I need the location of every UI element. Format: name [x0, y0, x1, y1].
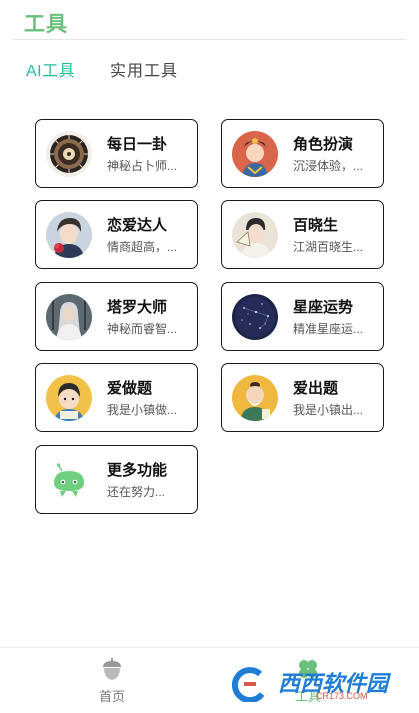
tool-description: 江湖百晓生... [293, 240, 364, 254]
scholar-fan-avatar [232, 212, 278, 258]
nav-home[interactable]: 首页 [82, 656, 142, 705]
tool-title: 更多功能 [107, 462, 168, 479]
acorn-icon [103, 658, 121, 680]
bottom-nav: 首页 工具 [0, 647, 419, 713]
tool-card-love-solving[interactable]: 爱做题 我是小镇做... [35, 363, 198, 432]
tool-title: 塔罗大师 [107, 299, 168, 316]
nav-home-label: 首页 [98, 689, 125, 704]
tool-title: 星座运势 [293, 299, 354, 316]
app-bar: 工具 [0, 0, 419, 42]
tool-card-horoscope[interactable]: 星座运势 精准星座运... [221, 282, 384, 351]
tool-description: 我是小镇做... [107, 403, 178, 417]
tool-card-more-features[interactable]: 更多功能 还在努力... [35, 445, 198, 514]
tool-card-love-question[interactable]: 爱出题 我是小镇出... [221, 363, 384, 432]
tarot-master-avatar [46, 294, 92, 340]
tool-card-role-play[interactable]: 角色扮演 沉浸体验，... [221, 119, 384, 188]
tool-title: 恋爱达人 [107, 217, 168, 234]
tool-card-tarot-master[interactable]: 塔罗大师 神秘而睿智... [35, 282, 198, 351]
tool-description: 我是小镇出... [293, 403, 364, 417]
tool-title: 每日一卦 [107, 136, 168, 153]
tool-description: 神秘占卜师... [107, 159, 178, 173]
starry-sky-avatar [232, 294, 278, 340]
bagua-compass-avatar [46, 131, 92, 177]
divider [12, 39, 407, 40]
nav-tools[interactable]: 工具 [278, 656, 338, 705]
romantic-man-avatar [46, 212, 92, 258]
tool-title: 爱出题 [293, 380, 339, 397]
opera-character-avatar [232, 131, 278, 177]
tool-card-love-expert[interactable]: 恋爱达人 情商超高，... [35, 200, 198, 269]
tool-description: 情商超高，... [107, 240, 178, 254]
tool-title: 爱做题 [107, 380, 153, 397]
tab-ai-tools[interactable]: AI工具 [26, 57, 75, 81]
nav-tools-label: 工具 [294, 689, 321, 704]
tool-description: 还在努力... [107, 485, 166, 499]
tool-card-daily-divination[interactable]: 每日一卦 神秘占卜师... [35, 119, 198, 188]
tool-description: 沉浸体验，... [293, 159, 364, 173]
tool-title: 百晓生 [293, 217, 339, 234]
student-boy-avatar [46, 375, 92, 421]
tab-utility-tools[interactable]: 实用工具 [110, 57, 178, 81]
tool-description: 神秘而睿智... [107, 322, 178, 336]
page-title: 工具 [24, 13, 68, 36]
clover-icon [299, 660, 317, 678]
tool-title: 角色扮演 [293, 136, 354, 153]
teacher-old-man-avatar [232, 375, 278, 421]
robot-avatar [46, 457, 92, 503]
tool-card-know-it-all[interactable]: 百晓生 江湖百晓生... [221, 200, 384, 269]
tool-description: 精准星座运... [293, 322, 364, 336]
